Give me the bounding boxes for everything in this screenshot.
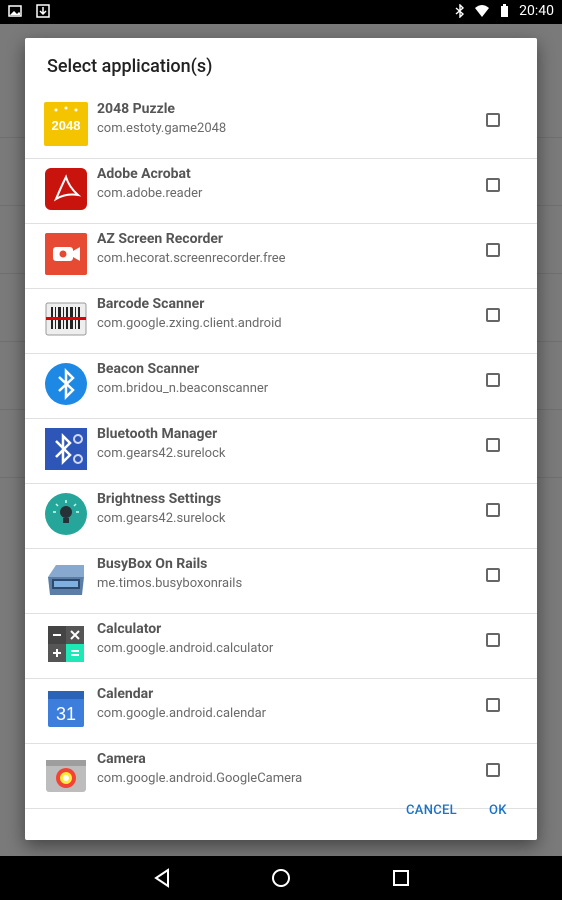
list-item[interactable]: Bluetooth Manager com.gears42.surelock [25, 419, 537, 484]
app-checkbox[interactable] [486, 373, 500, 387]
app-package: com.google.android.calculator [97, 641, 274, 656]
select-application-dialog: Select application(s) 2048 2048 Puzzle c… [25, 38, 537, 840]
calculator-icon [48, 626, 84, 662]
app-name: Calculator [97, 621, 162, 637]
navigation-bar [0, 856, 562, 900]
list-item[interactable]: Adobe Acrobat com.adobe.reader [25, 159, 537, 224]
list-item[interactable]: Beacon Scanner com.bridou_n.beaconscanne… [25, 354, 537, 419]
app-package: me.timos.busyboxonrails [97, 576, 243, 591]
calendar-day: 31 [56, 704, 76, 724]
list-item[interactable]: Camera com.google.android.GoogleCamera [25, 744, 537, 809]
puzzle-2048-icon: 2048 [44, 102, 88, 146]
app-checkbox[interactable] [486, 308, 500, 322]
battery-icon [501, 4, 509, 17]
list-item[interactable]: Barcode Scanner com.google.zxing.client.… [25, 289, 537, 354]
app-package: com.bridou_n.beaconscanner [97, 381, 269, 396]
app-package: com.google.android.GoogleCamera [97, 771, 303, 786]
app-checkbox[interactable] [486, 633, 500, 647]
application-list[interactable]: 2048 2048 Puzzle com.estoty.game2048 Ado… [25, 94, 537, 816]
screen-recorder-icon [45, 233, 87, 275]
app-package: com.hecorat.screenrecorder.free [97, 251, 286, 266]
bluetooth-status-icon [455, 4, 465, 18]
game-2048-label: 2048 [52, 118, 81, 133]
app-checkbox[interactable] [486, 698, 500, 712]
list-item[interactable]: Brightness Settings com.gears42.surelock [25, 484, 537, 549]
app-name: Brightness Settings [97, 491, 222, 507]
bluetooth-manager-icon [45, 428, 87, 470]
app-package: com.gears42.surelock [97, 511, 226, 526]
app-package: com.google.zxing.client.android [97, 316, 282, 331]
camera-icon [46, 760, 86, 792]
app-package: com.gears42.surelock [97, 446, 226, 461]
app-package: com.google.android.calendar [97, 706, 267, 721]
status-bar: 20:40 [0, 0, 562, 24]
app-package: com.estoty.game2048 [97, 121, 227, 136]
adobe-acrobat-icon [45, 168, 87, 210]
brightness-icon [45, 493, 87, 535]
calendar-icon: 31 [48, 691, 84, 727]
download-notification-icon [36, 4, 50, 18]
list-item[interactable]: AZ Screen Recorder com.hecorat.screenrec… [25, 224, 537, 289]
app-name: Barcode Scanner [97, 296, 205, 312]
home-icon[interactable] [269, 866, 293, 890]
toolbox-icon [48, 565, 84, 595]
app-name: 2048 Puzzle [97, 101, 175, 117]
app-name: Adobe Acrobat [97, 166, 191, 182]
app-name: BusyBox On Rails [97, 556, 208, 572]
app-name: AZ Screen Recorder [97, 231, 224, 247]
app-checkbox[interactable] [486, 113, 500, 127]
app-checkbox[interactable] [486, 763, 500, 777]
app-name: Bluetooth Manager [97, 426, 218, 442]
app-name: Camera [97, 751, 146, 767]
list-item[interactable]: Calculator com.google.android.calculator [25, 614, 537, 679]
list-item[interactable]: 31 Calendar com.google.android.calendar [25, 679, 537, 744]
status-time: 20:40 [519, 3, 554, 19]
image-notification-icon [8, 5, 22, 17]
app-checkbox[interactable] [486, 568, 500, 582]
list-item[interactable]: 2048 2048 Puzzle com.estoty.game2048 [25, 94, 537, 159]
back-icon[interactable] [150, 866, 174, 890]
app-checkbox[interactable] [486, 243, 500, 257]
bluetooth-beacon-icon [45, 363, 87, 405]
dialog-actions: CANCEL OK [25, 803, 537, 840]
cancel-button[interactable]: CANCEL [406, 803, 457, 818]
app-checkbox[interactable] [486, 178, 500, 192]
list-item[interactable]: BusyBox On Rails me.timos.busyboxonrails [25, 549, 537, 614]
app-checkbox[interactable] [486, 438, 500, 452]
recents-icon[interactable] [389, 866, 413, 890]
dialog-title: Select application(s) [47, 56, 213, 77]
wifi-icon [475, 5, 490, 17]
app-name: Beacon Scanner [97, 361, 200, 377]
ok-button[interactable]: OK [489, 803, 507, 818]
app-package: com.adobe.reader [97, 186, 203, 201]
app-name: Calendar [97, 686, 154, 702]
app-checkbox[interactable] [486, 503, 500, 517]
barcode-scanner-icon [45, 302, 87, 336]
